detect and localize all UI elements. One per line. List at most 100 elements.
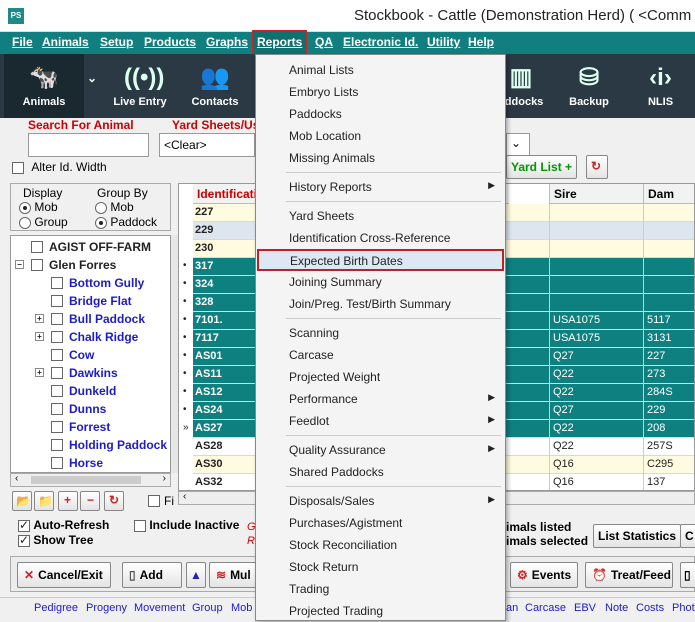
more-button[interactable]: ▯	[680, 562, 695, 588]
menu-item-feedlot[interactable]: Feedlot ▶	[256, 410, 505, 432]
menu-animals[interactable]: Animals	[42, 35, 89, 49]
show-tree-checkbox[interactable]	[18, 533, 30, 547]
menu-item-scanning[interactable]: Scanning	[256, 322, 505, 344]
cancel-exit-button[interactable]: ✕ Cancel/Exit	[17, 562, 111, 588]
display-group-radio[interactable]	[19, 216, 31, 229]
add-button[interactable]: ▯ Add	[122, 562, 182, 588]
include-inactive-option[interactable]: Include Inactive	[134, 518, 239, 532]
alter-id-width[interactable]: Alter Id. Width	[12, 160, 107, 174]
menu-item-join-preg-test-birth-summary[interactable]: Join/Preg. Test/Birth Summary	[256, 293, 505, 315]
tree-item-checkbox[interactable]	[51, 385, 63, 397]
toolbar-backup-button[interactable]: ⛁ Backup	[554, 54, 624, 118]
toolbar-live-entry-button[interactable]: ((•)) Live Entry	[104, 54, 176, 118]
link-an[interactable]: an	[506, 602, 518, 614]
collapse-icon[interactable]: −	[15, 260, 24, 269]
expand-icon[interactable]: +	[35, 314, 44, 323]
tree-item-checkbox[interactable]	[31, 259, 43, 271]
link-costs[interactable]: Costs	[636, 602, 664, 614]
menu-item-expected-birth-dates[interactable]: Expected Birth Dates	[257, 249, 504, 271]
expand-icon[interactable]: +	[35, 368, 44, 377]
menu-item-disposals-sales[interactable]: Disposals/Sales ▶	[256, 490, 505, 512]
multi-button[interactable]: ≋ Mul	[209, 562, 259, 588]
menu-item-identification-cross-reference[interactable]: Identification Cross-Reference	[256, 227, 505, 249]
include-inactive-checkbox[interactable]	[134, 519, 146, 532]
refresh-icon[interactable]: ↻	[104, 491, 124, 511]
menu-item-shared-paddocks[interactable]: Shared Paddocks	[256, 461, 505, 483]
groupby-paddock-option[interactable]: Paddock	[95, 215, 157, 229]
link-photo[interactable]: Phot	[672, 602, 695, 614]
c-button[interactable]: C	[680, 524, 695, 548]
paddock-tree[interactable]: AGIST OFF-FARM − Glen Forres Bottom Gully Br…	[10, 235, 171, 473]
expand-icon[interactable]: +	[35, 332, 44, 341]
tree-item-checkbox[interactable]	[51, 349, 63, 361]
menu-item-purchases-agistment[interactable]: Purchases/Agistment	[256, 512, 505, 534]
menu-electronic-id[interactable]: Electronic Id.	[343, 35, 418, 49]
menu-item-trading[interactable]: Trading	[256, 578, 505, 600]
menu-item-performance[interactable]: Performance ▶	[256, 388, 505, 410]
tree-item-checkbox[interactable]	[51, 367, 63, 379]
link-group[interactable]: Group	[192, 602, 223, 614]
menu-item-embryo-lists[interactable]: Embryo Lists	[256, 81, 505, 103]
menu-utility[interactable]: Utility	[427, 35, 460, 49]
list-statistics-button[interactable]: List Statistics	[593, 524, 682, 548]
groupby-paddock-radio[interactable]	[95, 216, 107, 229]
tree-vertical-scrollbar[interactable]	[171, 235, 178, 473]
menu-item-quality-assurance[interactable]: Quality Assurance ▶	[256, 439, 505, 461]
fi-checkbox[interactable]	[148, 495, 160, 507]
menu-item-projected-weight[interactable]: Projected Weight	[256, 366, 505, 388]
menu-item-stock-return[interactable]: Stock Return	[256, 556, 505, 578]
show-tree-option[interactable]: Show Tree	[18, 533, 93, 547]
tree-item-checkbox[interactable]	[51, 421, 63, 433]
toolbar-animals-dropdown[interactable]: ⌄	[84, 54, 100, 118]
scroll-right-icon[interactable]: ›	[163, 473, 166, 484]
toolbar-nlis-button[interactable]: ‹i› NLIS	[626, 54, 695, 118]
tree-item-checkbox[interactable]	[51, 403, 63, 415]
menu-products[interactable]: Products	[144, 35, 196, 49]
menu-item-history-reports[interactable]: History Reports ▶	[256, 176, 505, 198]
tree-item-checkbox[interactable]	[51, 295, 63, 307]
menu-item-projected-trading[interactable]: Projected Trading	[256, 600, 505, 622]
yard-sheets-select[interactable]: <Clear>	[159, 133, 255, 157]
groupby-mob-option[interactable]: Mob	[95, 200, 134, 214]
scroll-left-icon[interactable]: ‹	[15, 473, 18, 484]
wizard-icon[interactable]: ▲	[186, 562, 206, 588]
add-icon[interactable]: +	[58, 491, 78, 511]
display-mob-radio[interactable]	[19, 201, 31, 214]
events-button[interactable]: ⚙ Events	[510, 562, 578, 588]
menu-graphs[interactable]: Graphs	[206, 35, 248, 49]
menu-item-yard-sheets[interactable]: Yard Sheets	[256, 205, 505, 227]
menu-reports[interactable]: Reports	[251, 30, 308, 56]
yard-select-dropdown[interactable]: ⌄	[506, 133, 530, 157]
menu-file[interactable]: File	[12, 35, 33, 49]
menu-setup[interactable]: Setup	[100, 35, 133, 49]
menu-qa[interactable]: QA	[315, 35, 333, 49]
link-note[interactable]: Note	[605, 602, 628, 614]
scroll-thumb[interactable]	[31, 476, 141, 484]
display-group-option[interactable]: Group	[19, 215, 68, 229]
display-mob-option[interactable]: Mob	[19, 200, 58, 214]
link-ebv[interactable]: EBV	[574, 602, 596, 614]
menu-item-joining-summary[interactable]: Joining Summary	[256, 271, 505, 293]
menu-item-mob-location[interactable]: Mob Location	[256, 125, 505, 147]
toolbar-animals-button[interactable]: 🐄 Animals	[4, 54, 84, 118]
tree-item-checkbox[interactable]	[51, 439, 63, 451]
groupby-mob-radio[interactable]	[95, 201, 107, 214]
auto-refresh-checkbox[interactable]	[18, 518, 30, 532]
tree-horizontal-scrollbar[interactable]: ‹ ›	[10, 473, 171, 487]
menu-item-animal-lists[interactable]: Animal Lists	[256, 59, 505, 81]
auto-refresh-option[interactable]: Auto-Refresh	[18, 518, 109, 532]
link-carcase[interactable]: Carcase	[525, 602, 566, 614]
link-pedigree[interactable]: Pedigree	[34, 602, 78, 614]
link-progeny[interactable]: Progeny	[86, 602, 127, 614]
remove-icon[interactable]: −	[80, 491, 100, 511]
scroll-left-icon[interactable]: ‹	[183, 491, 186, 502]
toolbar-contacts-button[interactable]: 👥 Contacts	[178, 54, 252, 118]
column-sire[interactable]: Sire	[549, 184, 643, 204]
menu-item-paddocks[interactable]: Paddocks	[256, 103, 505, 125]
folder-icon[interactable]: 📁	[34, 491, 54, 511]
tree-item-checkbox[interactable]	[51, 331, 63, 343]
menu-help[interactable]: Help	[468, 35, 494, 49]
column-dam[interactable]: Dam	[643, 184, 694, 204]
treat-feed-button[interactable]: ⏰ Treat/Feed	[585, 562, 673, 588]
search-animal-input[interactable]	[28, 133, 149, 157]
